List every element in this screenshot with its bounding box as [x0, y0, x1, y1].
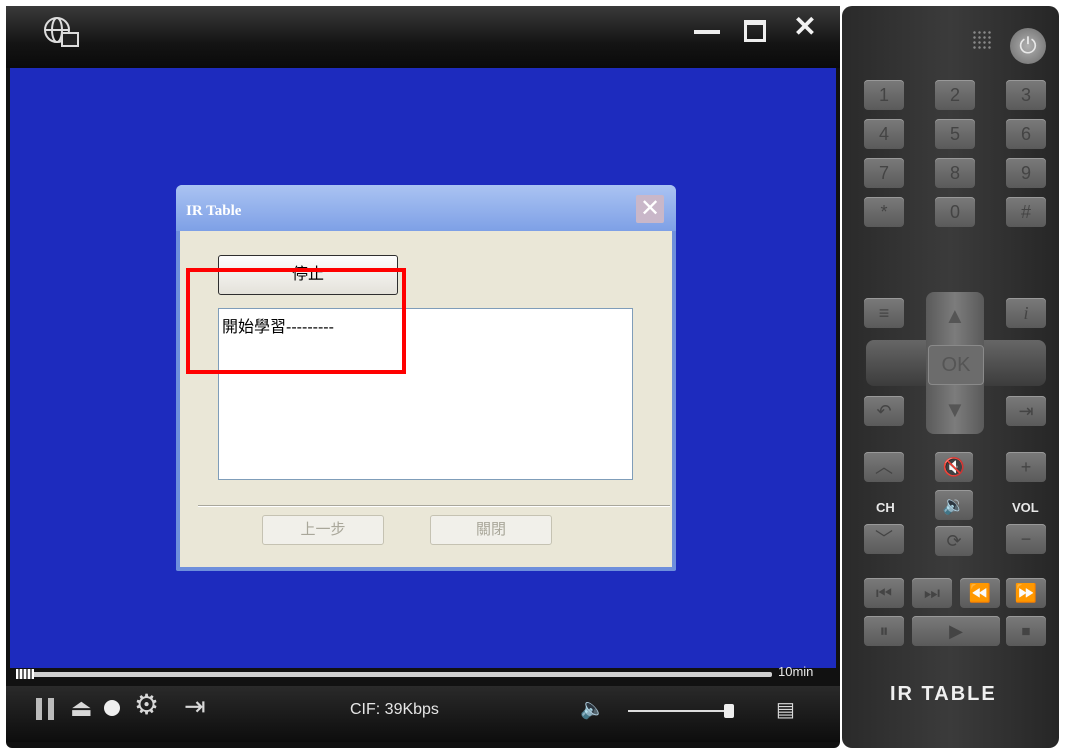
- ch-label: CH: [876, 500, 895, 515]
- skip-forward-icon[interactable]: ⏭: [912, 578, 952, 608]
- progress-track[interactable]: [16, 672, 772, 677]
- digit-8-button[interactable]: 8: [935, 158, 975, 188]
- channel-down-icon[interactable]: ﹀: [864, 524, 904, 554]
- stream-status: CIF: 39Kbps: [350, 701, 439, 718]
- volume-down-icon[interactable]: −: [1006, 524, 1046, 554]
- play-remote-icon[interactable]: ▶: [912, 616, 1000, 646]
- dialog-separator: [198, 505, 670, 507]
- channel-up-icon[interactable]: ︿: [864, 452, 904, 482]
- progress-handle[interactable]: [16, 669, 34, 679]
- rewind-icon[interactable]: ⏪: [960, 578, 1000, 608]
- digit-2-button[interactable]: 2: [935, 80, 975, 110]
- fast-forward-icon[interactable]: ⏩: [1006, 578, 1046, 608]
- star-button[interactable]: *: [864, 197, 904, 227]
- close-icon[interactable]: ✕: [790, 12, 820, 42]
- player-titlebar: [6, 6, 840, 68]
- progress-duration-label: 10min: [778, 664, 814, 679]
- pause-remote-icon[interactable]: ⏸: [864, 616, 904, 646]
- dialog-titlebar: [176, 185, 676, 231]
- hash-button[interactable]: #: [1006, 197, 1046, 227]
- arrow-up-icon[interactable]: ▲: [944, 303, 966, 329]
- exit-door-icon[interactable]: ⇥: [1006, 396, 1046, 426]
- info-icon[interactable]: i: [1006, 298, 1046, 328]
- close-dialog-button[interactable]: 關閉: [430, 515, 552, 545]
- digit-6-button[interactable]: 6: [1006, 119, 1046, 149]
- minimize-icon[interactable]: [694, 30, 720, 34]
- dialog-close-icon[interactable]: ✕: [636, 195, 664, 223]
- digit-1-button[interactable]: 1: [864, 80, 904, 110]
- audio-icon[interactable]: 🔉: [935, 490, 973, 520]
- globe-screen-icon: [44, 17, 79, 47]
- ok-button[interactable]: OK: [928, 345, 984, 385]
- arrow-down-icon[interactable]: ▼: [944, 397, 966, 423]
- skip-back-icon[interactable]: ⏮: [864, 578, 904, 608]
- back-icon[interactable]: ↶: [864, 396, 904, 426]
- menu-icon[interactable]: ▤: [776, 698, 795, 722]
- dialog-title: IR Table: [186, 203, 242, 219]
- menu-list-icon[interactable]: ≡: [864, 298, 904, 328]
- digit-3-button[interactable]: 3: [1006, 80, 1046, 110]
- volume-up-icon[interactable]: +: [1006, 452, 1046, 482]
- gear-icon[interactable]: ⚙: [134, 691, 159, 719]
- digit-5-button[interactable]: 5: [935, 119, 975, 149]
- digit-9-button[interactable]: 9: [1006, 158, 1046, 188]
- record-icon[interactable]: [104, 700, 120, 716]
- loop-icon[interactable]: ⟳: [935, 526, 973, 556]
- power-icon[interactable]: ⏻: [1010, 28, 1046, 64]
- digit-0-button[interactable]: 0: [935, 197, 975, 227]
- vol-label: VOL: [1012, 500, 1039, 515]
- mute-icon[interactable]: 🔇: [935, 452, 973, 482]
- digit-4-button[interactable]: 4: [864, 119, 904, 149]
- stop-remote-icon[interactable]: ⏹: [1006, 616, 1046, 646]
- digit-7-button[interactable]: 7: [864, 158, 904, 188]
- ir-table-logo: IR TABLE: [890, 683, 997, 705]
- volume-slider-thumb[interactable]: [724, 704, 734, 718]
- volume-icon[interactable]: 🔈: [580, 697, 605, 721]
- previous-step-button[interactable]: 上一步: [262, 515, 384, 545]
- eject-icon[interactable]: ⏏: [70, 697, 93, 721]
- volume-slider-track[interactable]: [628, 710, 730, 712]
- grip-dots-icon: [972, 30, 992, 50]
- pause-icon[interactable]: [36, 698, 56, 722]
- maximize-icon[interactable]: [744, 20, 766, 42]
- exit-icon[interactable]: ⇥: [184, 693, 206, 719]
- highlight-box: [186, 268, 406, 374]
